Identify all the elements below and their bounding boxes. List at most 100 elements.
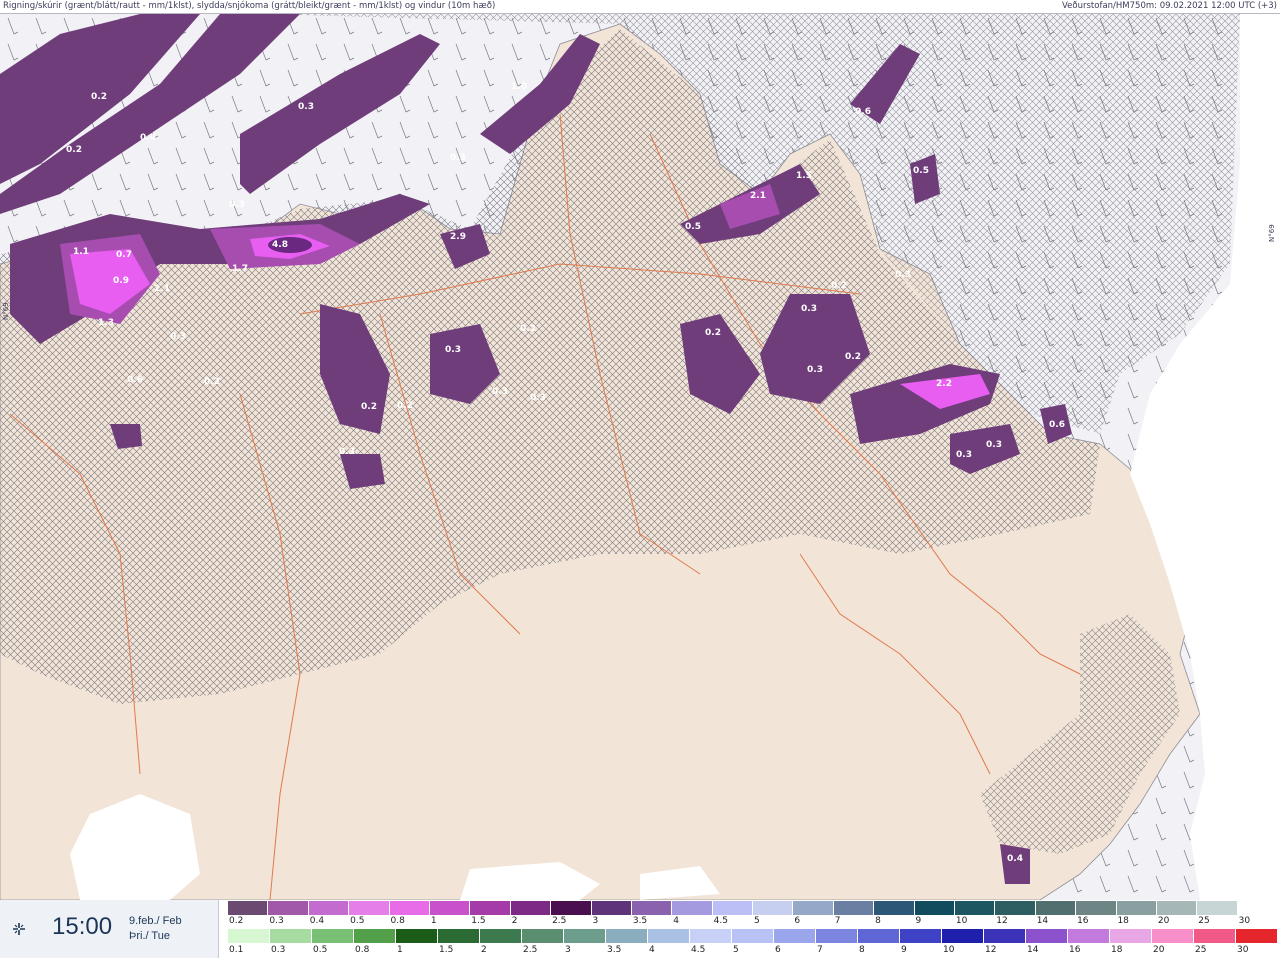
scale-swatch xyxy=(914,901,956,915)
scale-swatch xyxy=(510,901,552,915)
scale-label: 12 xyxy=(985,945,997,955)
scale-label: 20 xyxy=(1157,916,1170,926)
scale-swatch xyxy=(591,901,632,915)
precip-label: 1.1 xyxy=(73,247,89,257)
scale-swatch xyxy=(480,929,522,943)
scale-label: 18 xyxy=(1111,945,1123,955)
scale-label: 5 xyxy=(754,916,760,926)
scale-label: 30 xyxy=(1237,945,1249,955)
scale-label: 20 xyxy=(1153,945,1165,955)
scale-label: 30 xyxy=(1238,916,1251,926)
scale-swatch xyxy=(955,901,996,915)
precip-label: 0.2 xyxy=(520,324,536,334)
scale-swatch xyxy=(833,901,875,915)
scale-swatch xyxy=(874,901,915,915)
snow-scale-labels: 0.2 0.3 0.4 0.5 0.8 1 1.5 2 2.5 3 3.5 4 4.5 5 6 7 8 9 10 12… xyxy=(228,916,1278,926)
scale-label: 0.8 xyxy=(390,916,405,926)
scale-swatch xyxy=(354,929,396,943)
precip-label: 0.2 xyxy=(397,401,413,411)
scale-label: 6 xyxy=(775,945,781,955)
precip-label: 0.3 xyxy=(530,393,546,403)
precip-label: 2.1 xyxy=(750,191,766,201)
scale-label: 0.1 xyxy=(229,945,244,955)
precip-label: 1.3 xyxy=(98,318,114,328)
scale-swatch xyxy=(900,929,942,943)
scale-label: 3 xyxy=(565,945,571,955)
precip-label: 0.7 xyxy=(116,250,132,260)
scale-swatch xyxy=(470,901,511,915)
scale-swatch xyxy=(712,901,754,915)
scale-swatch xyxy=(312,929,354,943)
scale-label: 1 xyxy=(397,945,403,955)
scale-label: 1.5 xyxy=(471,916,486,926)
scale-label: 4.5 xyxy=(691,945,706,955)
scale-label: 16 xyxy=(1077,916,1089,926)
scale-swatch xyxy=(732,929,774,943)
footer-bar: 15:00 9.feb./ Feb Þri./ Tue 0.2 0.3 0.4 0.5… xyxy=(0,900,1280,958)
precip-label: 0.3 xyxy=(298,102,314,112)
scale-label: 7 xyxy=(834,916,841,926)
precip-label: 0.3 xyxy=(895,270,911,280)
scale-label: 10 xyxy=(943,945,955,955)
scale-label: 4.5 xyxy=(713,916,728,926)
scale-label: 4 xyxy=(649,945,655,955)
scale-label: 8 xyxy=(875,916,881,926)
scale-label: 0.4 xyxy=(309,916,325,926)
scale-swatch xyxy=(672,901,713,915)
scale-swatch xyxy=(1152,929,1194,943)
scale-swatch xyxy=(631,901,673,915)
precip-label: 2.9 xyxy=(450,232,466,242)
forecast-time-box: 15:00 9.feb./ Feb Þri./ Tue xyxy=(0,900,219,958)
latitude-label-right: N°69 xyxy=(1268,224,1276,242)
scale-label: 10 xyxy=(955,916,968,926)
scale-swatch xyxy=(1026,929,1068,943)
scale-label: 3.5 xyxy=(607,945,622,955)
rain-color-scale xyxy=(228,929,1278,943)
scale-swatch xyxy=(228,929,270,943)
precip-label: 2.2 xyxy=(936,379,952,389)
scale-swatch xyxy=(396,929,438,943)
scale-swatch xyxy=(606,929,648,943)
play-timeline-icon[interactable] xyxy=(9,919,29,939)
scale-swatch xyxy=(1237,901,1279,915)
scale-swatch xyxy=(984,929,1026,943)
scale-swatch xyxy=(648,929,690,943)
scale-label: 0.8 xyxy=(355,945,370,955)
scale-label: 1 xyxy=(430,916,437,926)
precip-label: 0.4 xyxy=(1007,854,1023,864)
scale-swatch xyxy=(995,901,1036,915)
precip-label: 0.3 xyxy=(986,440,1002,450)
scale-label: 14 xyxy=(1036,916,1049,926)
scale-swatch xyxy=(942,929,984,943)
precip-label: 0.5 xyxy=(685,222,701,232)
weather-map[interactable]: N°69 N°69 0.2 0.3 0.4 0.2 0.3 0.3 1.0 1.… xyxy=(0,14,1280,900)
map-title: Rigning/skúrir (grænt/blátt/rautt - mm/1… xyxy=(3,1,496,11)
scale-swatch xyxy=(551,901,592,915)
precip-label: 1.0 xyxy=(511,82,527,92)
scale-swatch xyxy=(774,929,816,943)
precip-label: 0.2 xyxy=(361,402,377,412)
forecast-weekday: Þri./ Tue xyxy=(129,930,170,942)
scale-label: 0.2 xyxy=(229,916,244,926)
precip-label: 0.4 xyxy=(140,133,156,143)
scale-swatch xyxy=(1156,901,1198,915)
precip-label: 1.7 xyxy=(232,264,248,274)
scale-swatch xyxy=(429,901,471,915)
scale-swatch xyxy=(858,929,900,943)
precip-label: 0.3 xyxy=(170,332,186,342)
latitude-label-left: N°69 xyxy=(2,302,10,320)
precip-label: 1.5 xyxy=(796,171,812,181)
scale-swatch xyxy=(438,929,480,943)
scale-label: 0.3 xyxy=(269,916,284,926)
scale-label: 0.5 xyxy=(350,916,365,926)
scale-label: 2.5 xyxy=(552,916,567,926)
scale-label: 16 xyxy=(1069,945,1081,955)
scale-swatch xyxy=(349,901,390,915)
precip-label: 0.6 xyxy=(855,107,871,117)
scale-label: 0.5 xyxy=(313,945,328,955)
precip-label: 0.3 xyxy=(492,387,508,397)
precip-label: 0.2 xyxy=(66,145,82,155)
scale-swatch xyxy=(1194,929,1236,943)
scale-swatch xyxy=(1068,929,1110,943)
precip-label: 0.2 xyxy=(91,92,107,102)
